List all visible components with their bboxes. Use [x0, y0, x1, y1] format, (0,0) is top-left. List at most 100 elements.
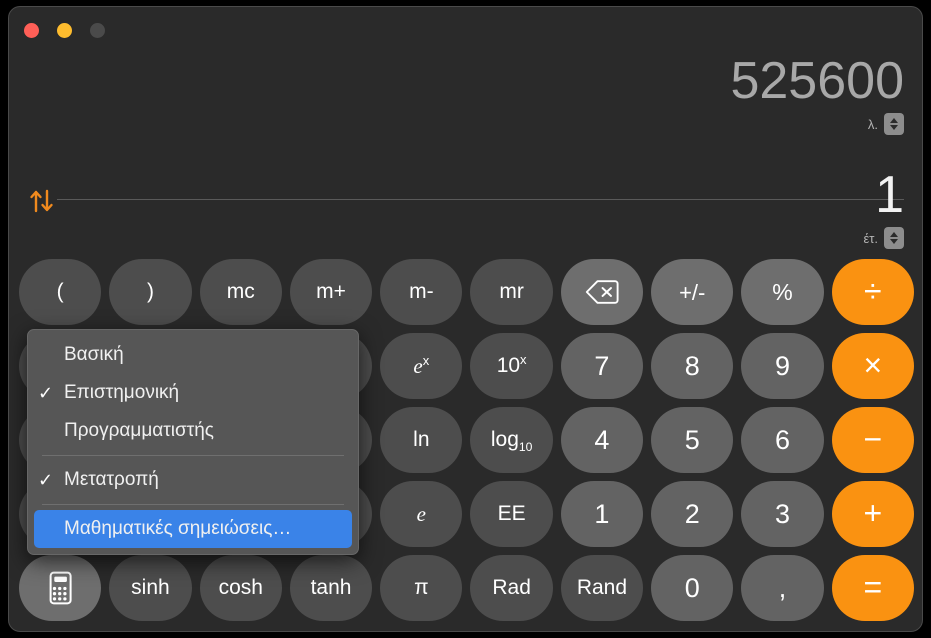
minimize-button[interactable]	[57, 23, 72, 38]
top-value: 525600	[730, 52, 904, 110]
menu-item-1[interactable]: Βασική	[28, 336, 358, 374]
key-memory-recall[interactable]: mr	[470, 259, 553, 325]
menu-item-label: Μαθηματικές σημειώσεις…	[64, 518, 292, 539]
key-calculator-mode[interactable]	[19, 555, 102, 621]
converter-display: 525600 λ. 1 έτ.	[9, 47, 922, 259]
display-divider	[57, 199, 904, 200]
stepper-up-icon	[890, 232, 898, 237]
swap-vertical-arrows-icon[interactable]	[27, 187, 57, 215]
bottom-unit-stepper[interactable]	[884, 227, 904, 249]
checkmark-icon: ✓	[38, 469, 54, 490]
key-digit-5[interactable]: 5	[651, 407, 734, 473]
key-add[interactable]: +	[831, 481, 914, 547]
keypad-row: () mc m+ m-mr +/-% ÷	[19, 259, 914, 325]
key-delete-backspace[interactable]	[560, 259, 644, 325]
key-multiply[interactable]: ×	[831, 333, 914, 399]
calculator-window: 525600 λ. 1 έτ. () mc m+ m- mr +/- % ÷ …	[8, 6, 923, 632]
menu-item-label: Μετατροπή	[64, 469, 159, 490]
key-percent[interactable]: %	[741, 259, 824, 325]
menu-separator	[42, 504, 344, 505]
key-label: %	[772, 278, 793, 305]
key-decimal-separator[interactable]: ,	[741, 555, 824, 621]
bottom-unit-label: έτ.	[863, 230, 878, 246]
menu-item-4[interactable]: ✓ Μετατροπή	[28, 461, 358, 499]
key-label: e	[416, 501, 426, 526]
key-label: 4	[594, 424, 610, 455]
menu-item-label: Προγραμματιστής	[64, 420, 214, 441]
key-hyperbolic-sine[interactable]: sinh	[109, 555, 192, 621]
key-label: Rand	[576, 576, 628, 599]
key-hyperbolic-cosine[interactable]: cosh	[199, 555, 282, 621]
zoom-button	[90, 23, 105, 38]
key-digit-1[interactable]: 1	[560, 481, 644, 547]
keypad-row: sinh cosh tanh π Rad Rand 0, =	[19, 555, 914, 621]
top-conversion-field[interactable]: 525600 λ.	[730, 55, 904, 135]
mode-popup-menu: Βασική ✓ Επιστημονική Προγραμματιστής ✓ Μετατ…	[27, 329, 359, 555]
key-pi[interactable]: π	[380, 555, 463, 621]
key-random-number[interactable]: Rand	[560, 555, 644, 621]
delete-backspace-icon	[585, 280, 619, 304]
key-label: 8	[684, 350, 700, 381]
key-label: mc	[226, 280, 255, 303]
key-label: sinh	[131, 576, 170, 599]
menu-item-2[interactable]: ✓ Επιστημονική	[28, 374, 358, 412]
bottom-conversion-field[interactable]: 1 έτ.	[863, 169, 904, 249]
key-label: EE	[497, 502, 526, 525]
key-sign-toggle[interactable]: +/-	[651, 259, 734, 325]
key-label: 5	[684, 424, 700, 455]
key-label: 7	[594, 350, 610, 381]
key-label: Rad	[492, 576, 531, 599]
key-natural-log[interactable]: ln	[380, 407, 463, 473]
key-label: +/-	[679, 279, 706, 305]
key-euler-number[interactable]: e	[380, 481, 463, 547]
top-unit-stepper[interactable]	[884, 113, 904, 135]
key-label: π	[414, 576, 429, 599]
key-label: mr	[499, 280, 524, 303]
key-digit-8[interactable]: 8	[651, 333, 734, 399]
key-label: m+	[316, 280, 346, 303]
key-subtract[interactable]: −	[831, 407, 914, 473]
key-e-to-the-x[interactable]: ex	[380, 333, 463, 399]
bottom-value: 1	[875, 166, 904, 224]
key-memory-add[interactable]: m+	[289, 259, 373, 325]
key-digit-9[interactable]: 9	[741, 333, 824, 399]
key-label: 2	[684, 498, 700, 529]
menu-item-5[interactable]: Μαθηματικές σημειώσεις…	[34, 510, 352, 548]
key-label: −	[863, 420, 883, 457]
key-radians-toggle[interactable]: Rad	[470, 555, 553, 621]
key-label: ,	[778, 572, 787, 603]
key-digit-6[interactable]: 6	[741, 407, 824, 473]
key-digit-3[interactable]: 3	[741, 481, 824, 547]
key-label: =	[863, 568, 883, 605]
menu-item-label: Βασική	[64, 344, 124, 365]
key-label: 1	[594, 498, 610, 529]
key-digit-4[interactable]: 4	[560, 407, 644, 473]
key-divide[interactable]: ÷	[831, 259, 914, 325]
key-log-base-10[interactable]: log10	[470, 407, 553, 473]
key-ten-to-the-x[interactable]: 10x	[470, 333, 553, 399]
calculator-icon	[49, 571, 72, 605]
key-open-paren[interactable]: (	[19, 259, 102, 325]
key-exponent-entry[interactable]: EE	[470, 481, 553, 547]
key-label: ln	[413, 428, 430, 451]
key-close-paren[interactable]: )	[109, 259, 192, 325]
key-hyperbolic-tangent[interactable]: tanh	[289, 555, 373, 621]
key-memory-clear[interactable]: mc	[199, 259, 282, 325]
key-memory-subtract[interactable]: m-	[380, 259, 463, 325]
key-label: 0	[684, 572, 700, 603]
menu-separator	[42, 455, 344, 456]
key-digit-7[interactable]: 7	[560, 333, 644, 399]
key-equals[interactable]: =	[831, 555, 914, 621]
key-digit-0[interactable]: 0	[651, 555, 734, 621]
title-bar	[9, 7, 922, 49]
stepper-down-icon	[890, 125, 898, 130]
key-digit-2[interactable]: 2	[651, 481, 734, 547]
key-label: ex	[413, 352, 430, 378]
close-button[interactable]	[24, 23, 39, 38]
checkmark-icon: ✓	[38, 382, 54, 403]
key-label: 3	[775, 498, 791, 529]
key-label: cosh	[218, 576, 263, 599]
key-label: (	[56, 280, 64, 303]
menu-item-3[interactable]: Προγραμματιστής	[28, 412, 358, 450]
key-label: 6	[775, 424, 791, 455]
